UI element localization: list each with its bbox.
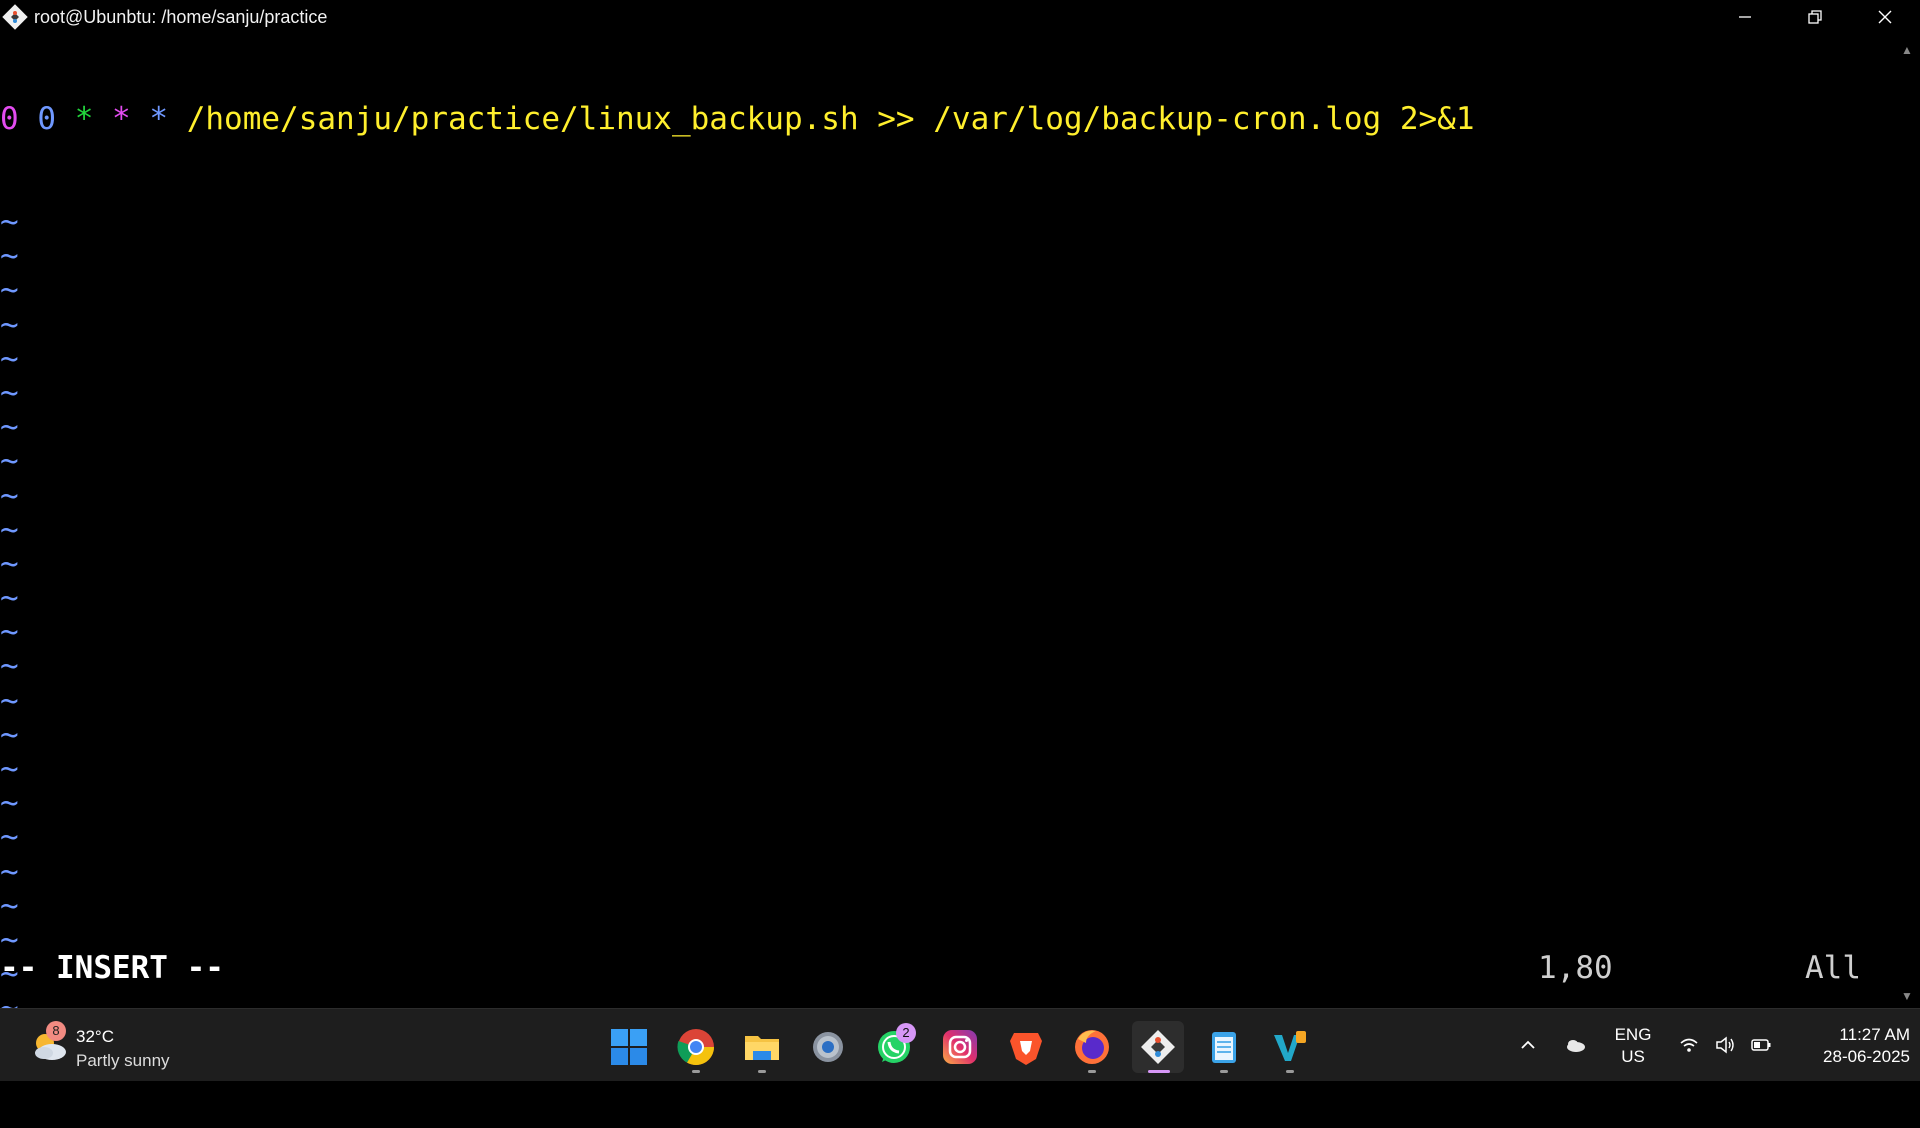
empty-line-marker: ~	[0, 853, 19, 890]
restore-button[interactable]	[1780, 0, 1850, 34]
taskbar: 8 32°C Partly sunny 2 ENG US 11:27 AM 28…	[0, 1008, 1920, 1081]
clock-date: 28-06-2025	[1823, 1047, 1910, 1066]
scroll-down-arrow-icon[interactable]: ▼	[1894, 986, 1920, 1006]
taskbar-app-vscode[interactable]	[1264, 1021, 1316, 1073]
taskbar-app-brave[interactable]	[1000, 1021, 1052, 1073]
taskbar-app-git-bash[interactable]	[1132, 1021, 1184, 1073]
weather-temperature: 32°C	[76, 1027, 114, 1046]
vim-statusline: -- INSERT -- 1,80 All	[0, 951, 1894, 985]
empty-line-marker: ~	[0, 477, 19, 514]
empty-line-marker: ~	[0, 785, 19, 822]
notification-count-badge: 2	[896, 1023, 916, 1043]
brave-icon	[1010, 1033, 1042, 1065]
empty-line-marker: ~	[0, 374, 19, 411]
running-indicator	[1148, 1070, 1170, 1073]
git-icon	[2, 4, 28, 30]
empty-line-marker: ~	[0, 648, 19, 685]
gear-icon	[813, 1032, 843, 1062]
weather-widget[interactable]: 8 32°C Partly sunny	[28, 1021, 218, 1070]
running-indicator	[1286, 1070, 1294, 1073]
empty-line-marker: ~	[0, 682, 19, 719]
chrome-icon	[677, 1029, 714, 1066]
start-button[interactable]	[603, 1021, 655, 1073]
empty-line-marker: ~	[0, 272, 19, 309]
window-title: root@Ubunbtu: /home/sanju/practice	[34, 6, 328, 27]
system-clock[interactable]: 11:27 AM 28-06-2025	[1780, 1024, 1910, 1068]
battery-tray[interactable]	[1746, 1009, 1776, 1081]
empty-line-marker: ~	[0, 204, 19, 240]
keyboard-layout: US	[1621, 1047, 1645, 1066]
language-code: ENG	[1614, 1025, 1652, 1044]
empty-line-marker: ~	[0, 409, 19, 446]
empty-line-marker: ~	[0, 340, 19, 377]
cursor-position: 1,80	[1538, 950, 1613, 986]
windows-icon	[611, 1029, 647, 1065]
mode-indicator: -- INSERT --	[0, 950, 224, 986]
volume-tray[interactable]	[1710, 1009, 1740, 1081]
chevron-up-icon	[1521, 1040, 1535, 1049]
weather-condition: Partly sunny	[76, 1051, 170, 1070]
folder-icon	[745, 1036, 779, 1060]
taskbar-app-file-explorer[interactable]	[736, 1021, 788, 1073]
empty-line-marker: ~	[0, 306, 19, 343]
close-icon	[1878, 10, 1892, 24]
empty-line-marker: ~	[0, 580, 19, 617]
empty-line-marker: ~	[0, 511, 19, 548]
scroll-up-arrow-icon[interactable]: ▲	[1894, 40, 1920, 60]
taskbar-app-notepad[interactable]	[1198, 1021, 1250, 1073]
language-indicator[interactable]: ENG US	[1608, 1024, 1658, 1068]
empty-line-marker: ~	[0, 716, 19, 753]
empty-line-marker: ~	[0, 443, 19, 480]
cron-month: *	[112, 101, 131, 138]
firefox-icon	[1075, 1030, 1109, 1064]
cron-day-of-week: *	[149, 101, 169, 138]
git-icon	[1141, 1030, 1175, 1064]
restore-icon	[1808, 10, 1822, 24]
empty-line-marker: ~	[0, 545, 19, 582]
clock-time: 11:27 AM	[1839, 1025, 1910, 1044]
scroll-position: All	[1805, 950, 1861, 986]
empty-line-marker: ~	[0, 819, 19, 856]
vs-icon	[1274, 1031, 1306, 1061]
running-indicator	[692, 1070, 700, 1073]
cron-minute: 0	[0, 101, 19, 138]
weather-badge: 8	[46, 1021, 66, 1041]
cron-command: /home/sanju/practice/linux_backup.sh >> …	[186, 101, 1475, 138]
battery-icon	[1751, 1039, 1771, 1051]
running-indicator	[758, 1070, 766, 1073]
cron-day-of-month: *	[74, 101, 94, 138]
empty-line-marker: ~	[0, 614, 19, 651]
editor-line-1: 0 0 * * * /home/sanju/practice/linux_bac…	[0, 102, 1894, 136]
running-indicator	[1220, 1070, 1228, 1073]
cloud-icon	[1567, 1040, 1585, 1052]
wifi-tray[interactable]	[1674, 1009, 1704, 1081]
taskbar-app-instagram[interactable]	[934, 1021, 986, 1073]
taskbar-app-settings[interactable]	[802, 1021, 854, 1073]
empty-line-marker: ~	[0, 751, 19, 787]
minimize-icon	[1739, 16, 1751, 18]
empty-line-marker: ~	[0, 887, 19, 924]
empty-line-marker: ~	[0, 238, 19, 275]
onedrive-tray[interactable]	[1560, 1009, 1590, 1081]
wifi-icon	[1680, 1038, 1698, 1052]
close-button[interactable]	[1850, 0, 1920, 34]
window-titlebar[interactable]: root@Ubunbtu: /home/sanju/practice	[0, 0, 1920, 34]
cron-hour: 0	[37, 101, 57, 138]
show-hidden-icons-button[interactable]	[1514, 1009, 1542, 1081]
taskbar-app-whatsapp[interactable]: 2	[868, 1021, 920, 1073]
vim-editor[interactable]: 0 0 * * * /home/sanju/practice/linux_bac…	[0, 34, 1894, 1094]
minimize-button[interactable]	[1710, 0, 1780, 34]
taskbar-app-chrome[interactable]	[670, 1021, 722, 1073]
terminal-scrollbar[interactable]: ▲ ▼	[1894, 34, 1920, 1006]
taskbar-app-firefox[interactable]	[1066, 1021, 1118, 1073]
notepad-icon	[1212, 1032, 1236, 1063]
instagram-icon	[943, 1030, 977, 1064]
running-indicator	[1088, 1070, 1096, 1073]
speaker-icon	[1716, 1036, 1734, 1054]
